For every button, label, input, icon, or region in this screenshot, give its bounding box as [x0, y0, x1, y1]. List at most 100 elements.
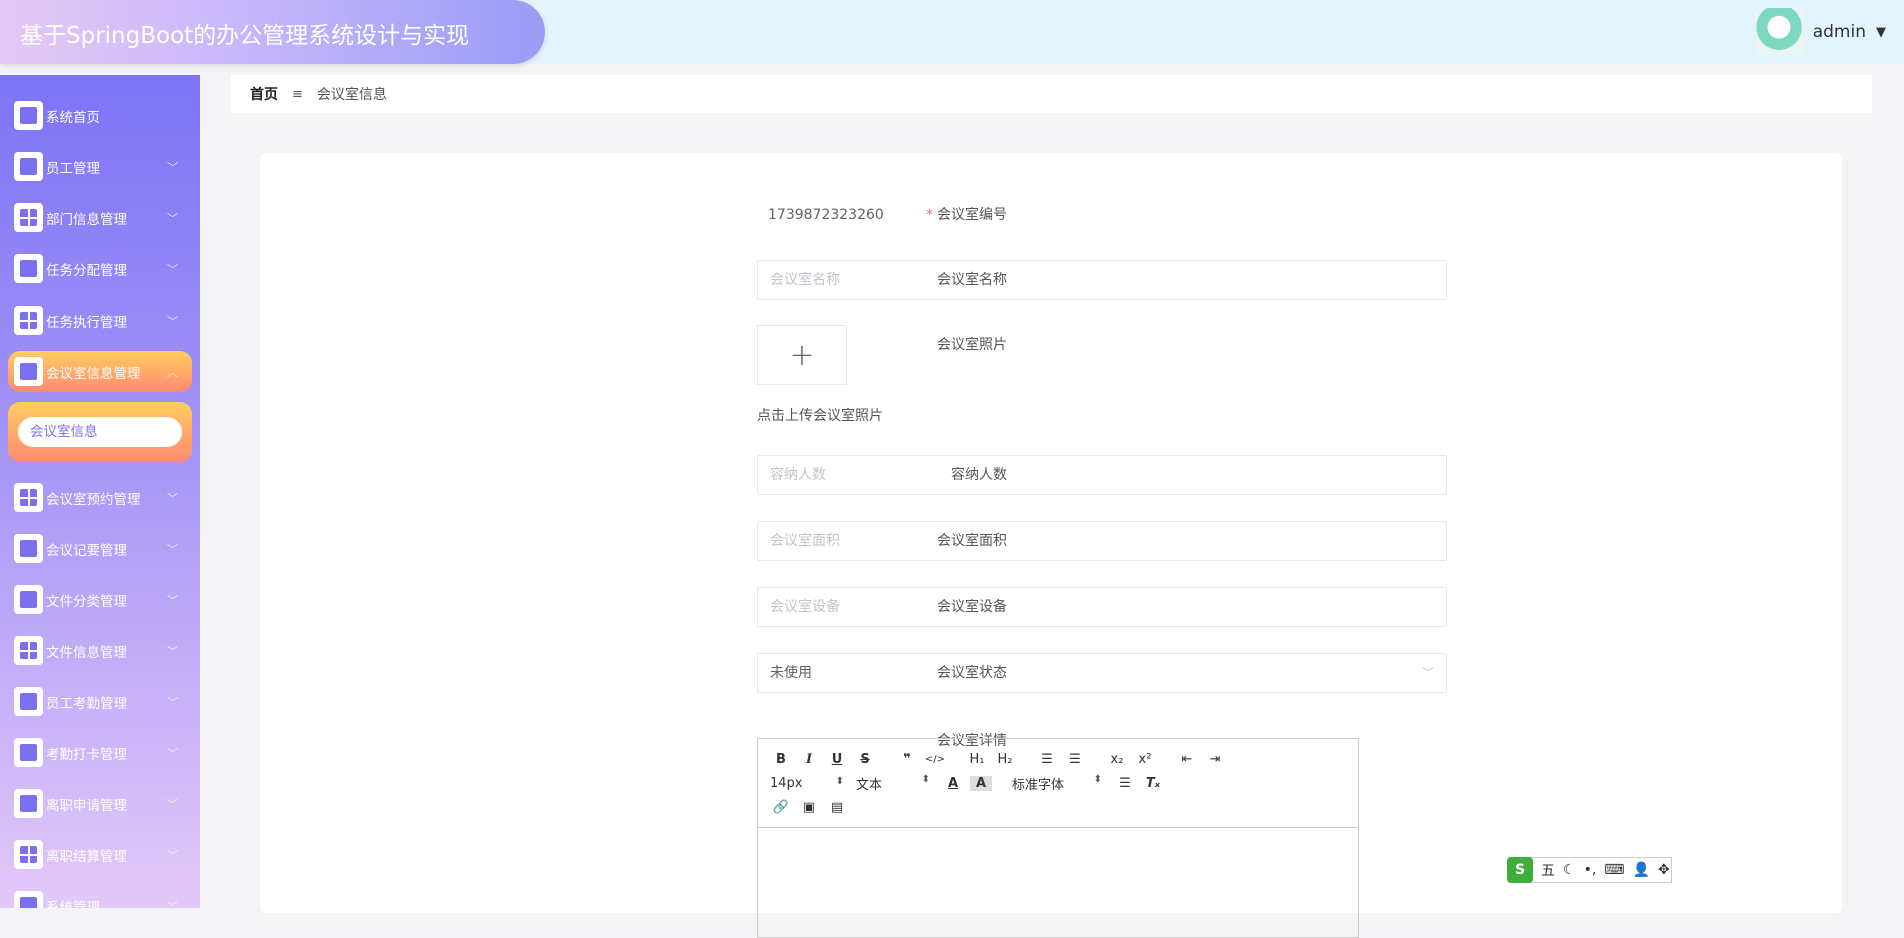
punctuation-icon[interactable]: •, [1584, 862, 1597, 878]
sidebar-item-label: 员工管理 [46, 160, 100, 177]
grid-icon [14, 636, 43, 665]
user-menu[interactable]: admin ▼ [1754, 8, 1886, 56]
chevron-down-icon: ﹀ [167, 542, 178, 556]
sidebar-item[interactable]: 会议室信息管理 ︿ [8, 351, 192, 392]
form-card: * 会议室编号 1739872323260 会议室名称 会议室名称 会议室照片 +… [260, 153, 1842, 938]
grid-icon [14, 840, 43, 869]
code-value: 1739872323260 [768, 207, 884, 223]
upload-hint: 点击上传会议室照片 [757, 408, 883, 424]
sidebar-item-label: 会议室预约管理 [46, 491, 141, 508]
h1-icon[interactable]: H₁ [966, 752, 988, 767]
name-input[interactable]: 会议室名称 [757, 260, 1447, 300]
submenu-item-meeting-room-info[interactable]: 会议室信息 [18, 417, 182, 447]
avatar [1754, 8, 1803, 56]
h2-icon[interactable]: H₂ [994, 752, 1016, 767]
chevron-down-icon: ﹀ [167, 491, 178, 505]
submenu: 会议室信息 [8, 402, 192, 462]
user-icon[interactable]: 👤 [1633, 862, 1650, 878]
sidebar-item-label: 文件信息管理 [46, 644, 127, 661]
align-icon[interactable]: ☰ [1114, 776, 1136, 791]
italic-icon[interactable]: I [798, 752, 820, 767]
apps-icon[interactable]: ✥ [1658, 862, 1670, 878]
subscript-icon[interactable]: x₂ [1106, 752, 1128, 767]
breadcrumb-current: 会议室信息 [316, 87, 387, 103]
user-icon [14, 738, 43, 767]
clear-format-icon[interactable]: Tₓ [1142, 776, 1164, 791]
shop-icon [14, 789, 43, 818]
ordered-list-icon[interactable]: ☰ [1036, 752, 1058, 767]
font-family-picker[interactable]: 标准字体 [1012, 774, 1108, 793]
sidebar-item-label: 系统管理 [46, 899, 100, 909]
sidebar-item[interactable]: 员工考勤管理 ﹀ [8, 681, 192, 722]
status-select[interactable]: 未使用 ﹀ [757, 653, 1447, 693]
sidebar-item[interactable]: 任务分配管理 ﹀ [8, 248, 192, 289]
sogou-logo-icon: S [1507, 857, 1533, 883]
grid-icon [14, 483, 43, 512]
indent-icon[interactable]: ⇥ [1204, 752, 1226, 767]
chevron-down-icon: ﹀ [167, 797, 178, 811]
sidebar-item[interactable]: 文件信息管理 ﹀ [8, 630, 192, 671]
sidebar-item[interactable]: 考勤打卡管理 ﹀ [8, 732, 192, 773]
chevron-down-icon: ﹀ [167, 160, 178, 174]
breadcrumb-home[interactable]: 首页 [250, 84, 278, 104]
chevron-down-icon: ﹀ [167, 695, 178, 709]
chevron-down-icon: ﹀ [167, 746, 178, 760]
sidebar-item[interactable]: 会议记要管理 ﹀ [8, 528, 192, 569]
editor-toolbar: B I U S ❞ </> H₁ H₂ ☰ ☰ x₂ x² ⇤ ⇥ 14px 文… [758, 739, 1358, 828]
sidebar-item[interactable]: 系统管理 ﹀ [8, 885, 192, 908]
ime-toolbar[interactable]: S 五 ☾ •, ⌨ 👤 ✥ [1507, 857, 1672, 883]
required-mark: * [926, 207, 933, 223]
chevron-down-icon: ﹀ [167, 593, 178, 607]
sidebar-item[interactable]: 员工管理 ﹀ [8, 146, 192, 187]
brush-icon [14, 357, 43, 386]
chevron-down-icon: ﹀ [167, 211, 178, 225]
chevron-down-icon: ﹀ [167, 262, 178, 276]
equipment-input[interactable]: 会议室设备 [757, 587, 1447, 627]
home-icon [14, 101, 43, 130]
sidebar-item[interactable]: 离职结算管理 ﹀ [8, 834, 192, 875]
bullet-list-icon[interactable]: ☰ [1064, 752, 1086, 767]
ime-mode[interactable]: 五 [1541, 860, 1555, 880]
background-color-icon[interactable]: A [970, 775, 992, 791]
sidebar-item[interactable]: 部门信息管理 ﹀ [8, 197, 192, 238]
sidebar-item[interactable]: 会议室预约管理 ﹀ [8, 477, 192, 518]
list-icon [14, 891, 43, 908]
capacity-input[interactable]: 容纳人数 [757, 455, 1447, 495]
sidebar-item[interactable]: 文件分类管理 ﹀ [8, 579, 192, 620]
bold-icon[interactable]: B [770, 752, 792, 767]
editor-content[interactable] [758, 828, 1358, 938]
sidebar-item[interactable]: 任务执行管理 ﹀ [8, 300, 192, 341]
user-name: admin [1812, 22, 1866, 42]
outdent-icon[interactable]: ⇤ [1176, 752, 1198, 767]
upload-button[interactable]: + [757, 325, 847, 385]
strike-icon[interactable]: S [854, 752, 876, 767]
heading-picker[interactable]: 文本 [856, 774, 936, 793]
font-color-icon[interactable]: A [942, 776, 964, 791]
image-icon[interactable]: ▣ [798, 800, 820, 815]
font-size-picker[interactable]: 14px [770, 776, 850, 791]
area-input[interactable]: 会议室面积 [757, 521, 1447, 561]
link-icon[interactable]: 🔗 [770, 800, 792, 815]
photo-label: 会议室照片 [937, 337, 1007, 353]
sliders-icon [14, 585, 43, 614]
superscript-icon[interactable]: x² [1134, 752, 1156, 767]
video-icon[interactable]: ▤ [826, 800, 848, 815]
rich-text-editor: B I U S ❞ </> H₁ H₂ ☰ ☰ x₂ x² ⇤ ⇥ 14px 文… [757, 738, 1359, 938]
sidebar-item-label: 离职申请管理 [46, 797, 127, 814]
sidebar-item-label: 任务执行管理 [46, 314, 127, 331]
sidebar-item-label: 考勤打卡管理 [46, 746, 127, 763]
sidebar: 会议室信息 系统首页 员工管理 ﹀ 部门信息管理 ﹀ 任务分配管理 ﹀ 任务执行管理 ﹀ 会议室信… [0, 75, 200, 908]
blockquote-icon[interactable]: ❞ [896, 752, 918, 767]
app-title: 基于SpringBoot的办公管理系统设计与实现 [20, 23, 470, 49]
underline-icon[interactable]: U [826, 752, 848, 767]
sidebar-item[interactable]: 离职申请管理 ﹀ [8, 783, 192, 824]
sidebar-item[interactable]: 系统首页 [8, 95, 192, 136]
sidebar-item-label: 离职结算管理 [46, 848, 127, 865]
keyboard-icon[interactable]: ⌨ [1604, 862, 1624, 878]
sidebar-item-label: 文件分类管理 [46, 593, 127, 610]
sidebar-item-label: 员工考勤管理 [46, 695, 127, 712]
status-value: 未使用 [770, 665, 812, 681]
code-block-icon[interactable]: </> [924, 754, 946, 765]
moon-icon[interactable]: ☾ [1563, 862, 1576, 878]
chevron-down-icon: ﹀ [167, 899, 178, 909]
